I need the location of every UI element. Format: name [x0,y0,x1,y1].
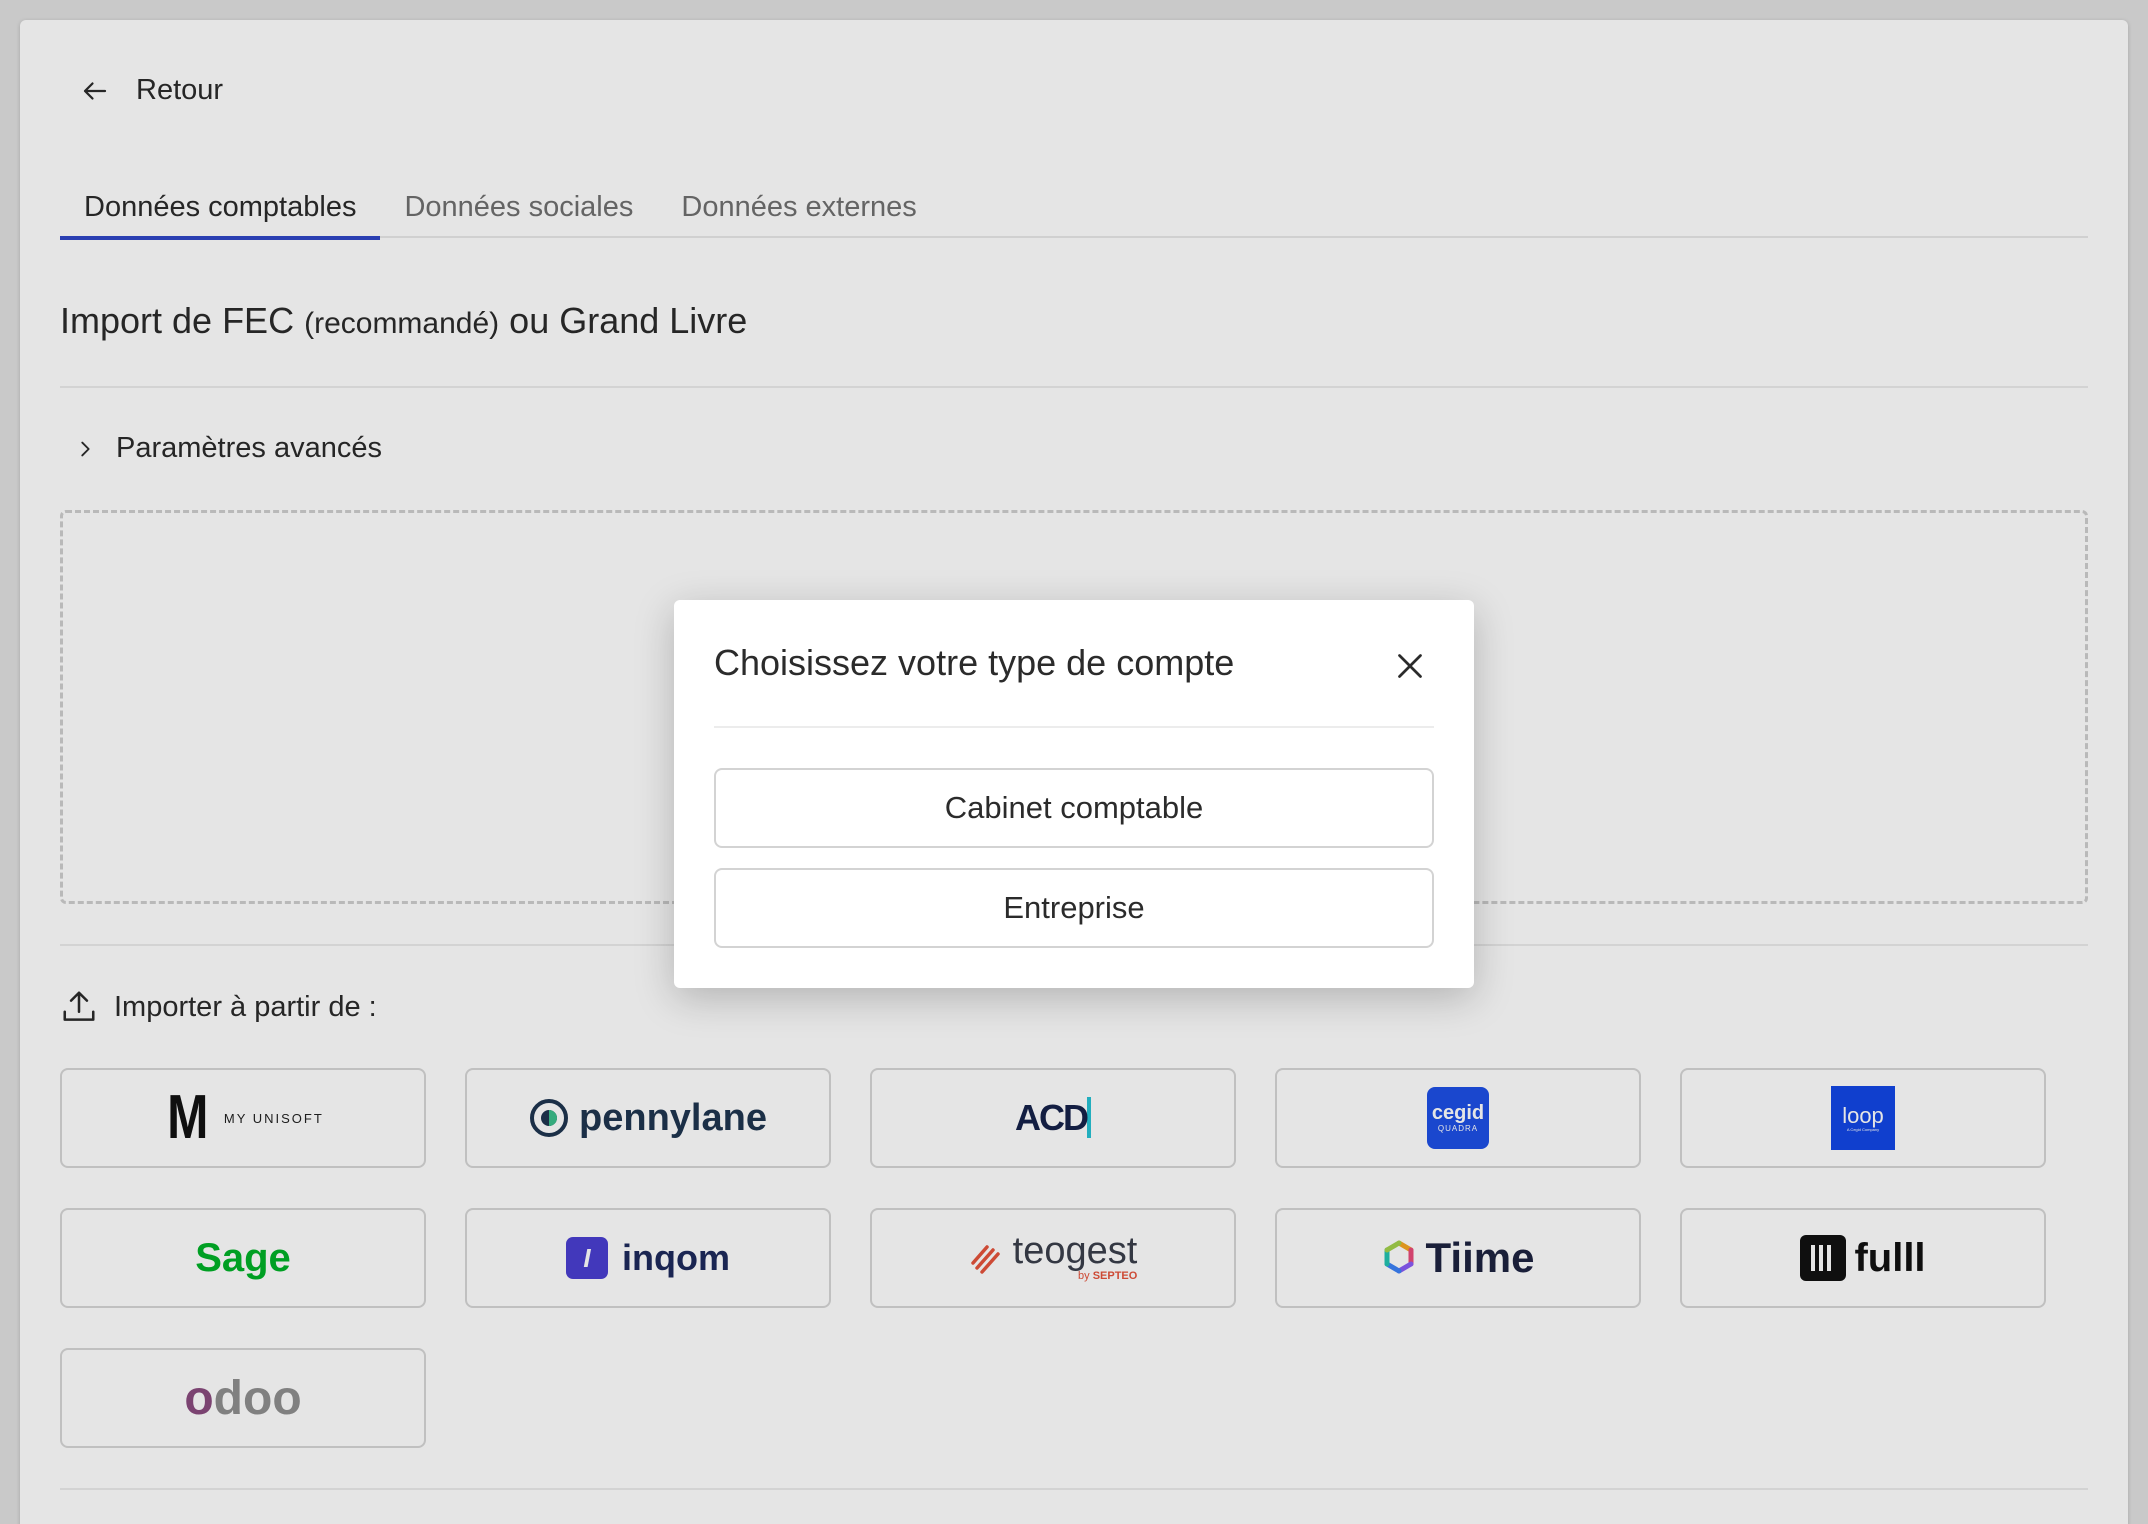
close-icon[interactable] [1392,648,1428,684]
account-type-modal: Choisissez votre type de compte Cabinet … [674,600,1474,988]
entreprise-button[interactable]: Entreprise [714,868,1434,948]
modal-title: Choisissez votre type de compte [714,642,1235,683]
cabinet-comptable-button[interactable]: Cabinet comptable [714,768,1434,848]
modal-divider [714,726,1434,728]
